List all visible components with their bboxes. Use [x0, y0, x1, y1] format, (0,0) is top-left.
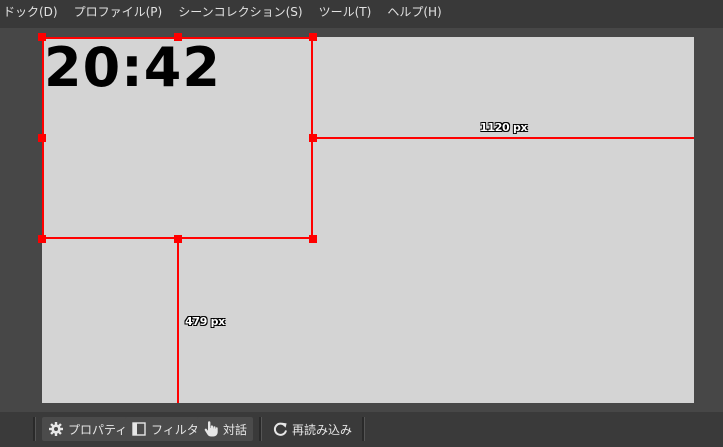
- toolbar-separator: [362, 417, 365, 441]
- preview-area[interactable]: 20:42 1120 px 479 px: [0, 28, 723, 412]
- hand-pointer-icon: [203, 421, 219, 437]
- gear-icon: [48, 421, 64, 437]
- distance-label-vertical: 479 px: [185, 315, 225, 328]
- menu-profile[interactable]: プロファイル(P): [66, 4, 171, 20]
- toolbar-separator: [33, 417, 36, 441]
- reload-button[interactable]: 再読み込み: [266, 417, 358, 441]
- refresh-icon: [272, 421, 288, 437]
- preview-canvas[interactable]: 20:42 1120 px 479 px: [38, 33, 694, 403]
- filter-icon: [131, 421, 147, 437]
- source-selection-box[interactable]: [42, 37, 313, 239]
- interact-button[interactable]: 対話: [197, 417, 254, 441]
- menu-help[interactable]: ヘルプ(H): [379, 4, 449, 20]
- menu-dock[interactable]: ドック(D): [0, 4, 66, 20]
- resize-handle-bottom-right[interactable]: [309, 235, 317, 243]
- resize-handle-top[interactable]: [174, 33, 182, 41]
- distance-guide-horizontal: [313, 137, 694, 139]
- properties-button-label: プロパティ: [68, 422, 128, 437]
- distance-guide-vertical: [177, 239, 179, 403]
- filters-button-label: フィルタ: [151, 422, 199, 437]
- filters-button[interactable]: フィルタ: [125, 417, 205, 441]
- app-window: ドック(D) プロファイル(P) シーンコレクション(S) ツール(T) ヘルプ…: [0, 0, 723, 447]
- menu-tools[interactable]: ツール(T): [311, 4, 380, 20]
- resize-handle-top-left[interactable]: [38, 33, 46, 41]
- interact-button-label: 対話: [223, 422, 248, 437]
- resize-handle-bottom-left[interactable]: [38, 235, 46, 243]
- source-toolbar: プロパティ フィルタ 対話 再読み込み: [0, 412, 723, 447]
- reload-button-label: 再読み込み: [292, 422, 353, 437]
- distance-label-horizontal: 1120 px: [480, 121, 528, 134]
- properties-button[interactable]: プロパティ: [42, 417, 134, 441]
- resize-handle-top-right[interactable]: [309, 33, 317, 41]
- menu-scene-collection[interactable]: シーンコレクション(S): [170, 4, 310, 20]
- resize-handle-left[interactable]: [38, 134, 46, 142]
- toolbar-separator: [259, 417, 262, 441]
- menu-bar: ドック(D) プロファイル(P) シーンコレクション(S) ツール(T) ヘルプ…: [0, 0, 723, 28]
